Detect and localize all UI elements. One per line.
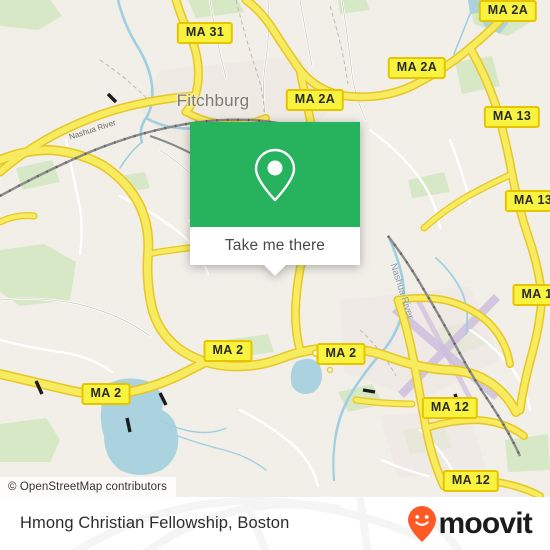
place-label-fitchburg: Fitchburg xyxy=(176,91,250,110)
footer-bar: Hmong Christian Fellowship, Boston moovi… xyxy=(0,497,550,550)
road-shield-ma-2a[interactable]: MA 2A xyxy=(478,0,538,22)
moovit-logo[interactable]: moovit xyxy=(407,505,533,543)
osm-attribution[interactable]: © OpenStreetMap contributors xyxy=(0,477,176,497)
road-shield-ma-12[interactable]: MA 12 xyxy=(421,397,479,419)
road-shield-ma-13[interactable]: MA 13 xyxy=(504,190,550,212)
road-shield-ma-13[interactable]: MA 13 xyxy=(483,106,541,128)
road-shield-ma-2[interactable]: MA 2 xyxy=(203,340,253,362)
moovit-map-screenshot: Fitchburg Nashua River Nashua River MA 3… xyxy=(0,0,550,550)
popup-pointer xyxy=(264,265,286,276)
take-me-there-label: Take me there xyxy=(224,237,326,254)
road-shield-ma-12[interactable]: MA 12 xyxy=(442,470,500,492)
road-shield-ma-2a[interactable]: MA 2A xyxy=(285,89,345,111)
road-shield-ma-2[interactable]: MA 2 xyxy=(81,383,131,405)
road-shield-ma-31[interactable]: MA 31 xyxy=(176,22,234,44)
road-shield-ma-1[interactable]: MA 1 xyxy=(512,284,550,306)
road-shield-ma-2[interactable]: MA 2 xyxy=(316,343,366,365)
popup-pin-area xyxy=(190,122,360,227)
location-title: Hmong Christian Fellowship, Boston xyxy=(20,514,290,532)
moovit-wordmark: moovit xyxy=(438,506,532,540)
moovit-smiley-pin-icon xyxy=(408,505,437,542)
take-me-there-button[interactable]: Take me there xyxy=(190,227,360,276)
location-pin-icon xyxy=(254,148,296,201)
road-shield-ma-2a[interactable]: MA 2A xyxy=(387,57,447,79)
location-popup-card[interactable]: Take me there xyxy=(190,122,360,276)
